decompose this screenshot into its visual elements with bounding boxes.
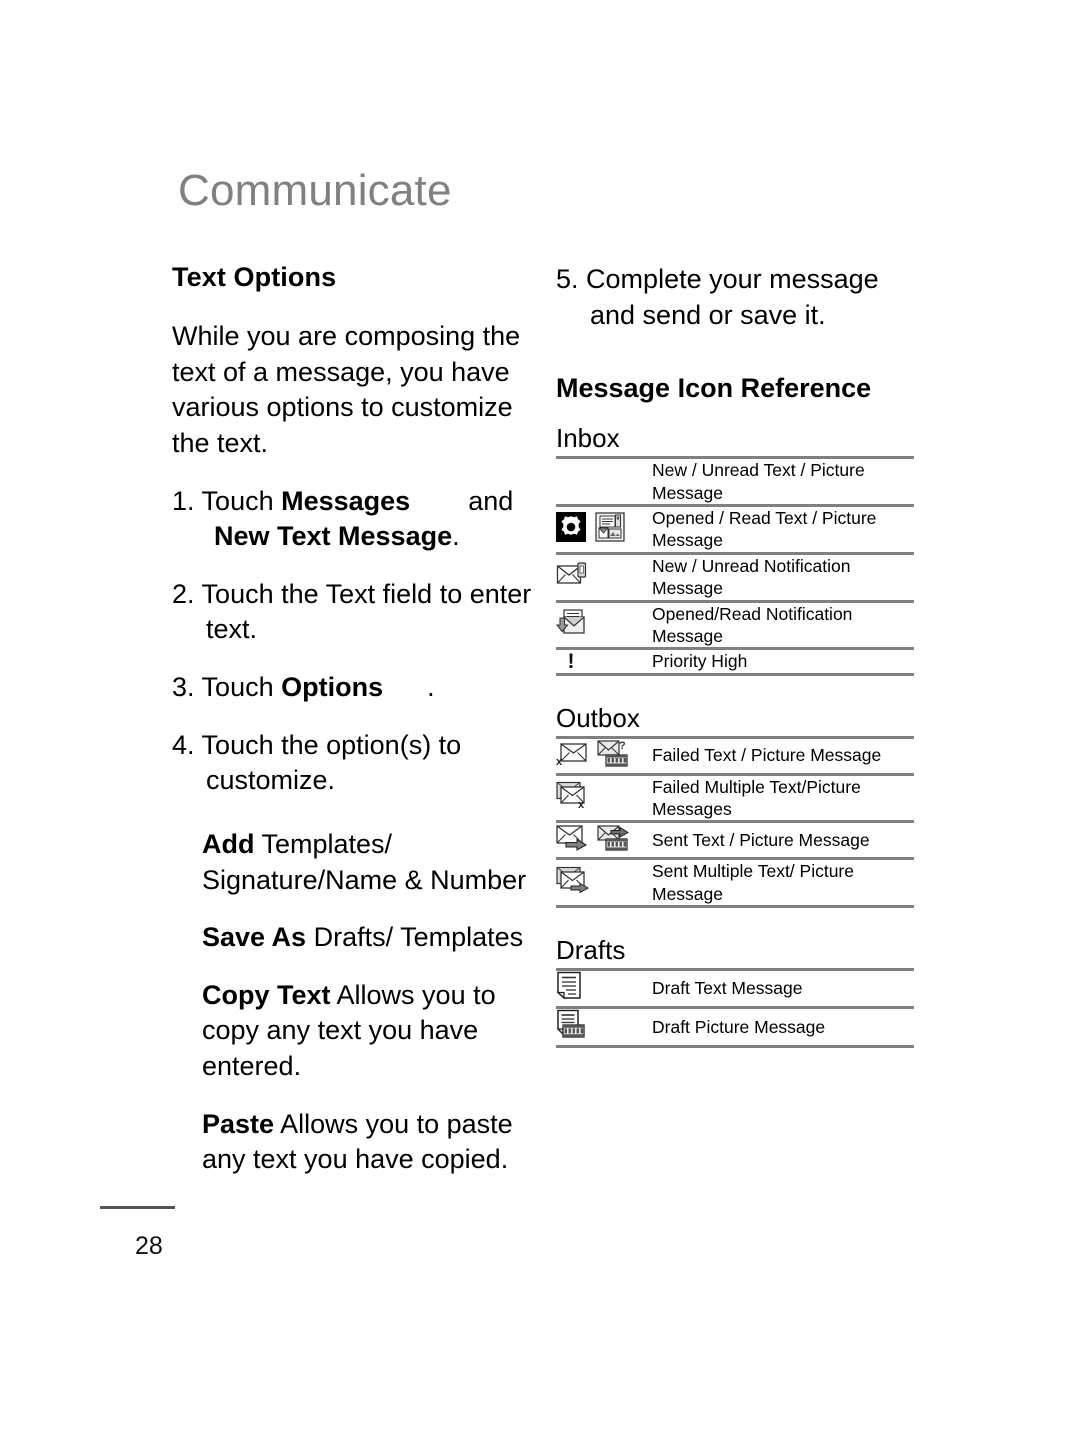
- icon-cell: !: [556, 647, 652, 676]
- icon-cell: [556, 820, 652, 859]
- priority-high-icon: !: [567, 649, 575, 673]
- sent-text-envelope-icon: [556, 824, 588, 856]
- table-row: Draft Picture Message: [556, 1006, 914, 1049]
- table-row: Draft Text Message: [556, 968, 914, 1008]
- draft-text-document-icon: [556, 971, 584, 1006]
- section-heading-text-options: Text Options: [172, 262, 337, 292]
- new-notification-envelope-icon: [556, 561, 588, 593]
- table-row: Opened/Read Notification Message: [555, 599, 914, 649]
- option-item-save-as: Save As Drafts/ Templates: [172, 920, 532, 956]
- icon-label: Draft Picture Message: [652, 1006, 914, 1049]
- icon-label: New / Unread Notification Message: [652, 551, 914, 602]
- icon-cell: [556, 503, 652, 554]
- failed-multiple-envelope-icon: x: [556, 781, 590, 814]
- inbox-icon-table: New / Unread Text / Picture Message Open…: [555, 456, 914, 676]
- group-heading-inbox: Inbox: [556, 423, 620, 454]
- failed-text-envelope-icon: x: [556, 740, 588, 772]
- step-text: Touch the option(s) to customize.: [201, 729, 462, 796]
- icon-label: Draft Text Message: [652, 968, 914, 1008]
- step-text-pre: Touch: [201, 672, 282, 703]
- icon-cell: [556, 968, 652, 1008]
- section-heading-message-icon-reference: Message Icon Reference: [556, 373, 872, 404]
- step-item-2: 2. Touch the Text field to enter text.: [172, 577, 532, 648]
- table-row: ! Priority High: [556, 647, 914, 676]
- page-title: Communicate: [178, 166, 452, 215]
- table-row: Opened / Read Text / Picture Message: [556, 503, 914, 554]
- table-row: New / Unread Text / Picture Message: [556, 456, 914, 506]
- failed-picture-message-icon: ?: [597, 739, 629, 773]
- icon-label: New / Unread Text / Picture Message: [652, 456, 914, 506]
- option-term: Add: [202, 828, 255, 859]
- icon-cell: [556, 456, 652, 506]
- icon-label: Sent Text / Picture Message: [652, 820, 914, 859]
- icon-cell: [556, 1006, 652, 1049]
- svg-text:x: x: [578, 799, 585, 809]
- group-heading-outbox: Outbox: [556, 702, 640, 733]
- page-number: 28: [135, 1232, 163, 1260]
- table-row: x Failed Multiple Text/Picture Messages: [556, 772, 914, 822]
- draft-picture-document-icon: [556, 1009, 586, 1045]
- step-text-post: .: [452, 521, 460, 552]
- step-text-post: .: [427, 672, 435, 703]
- option-term: Paste: [202, 1108, 275, 1139]
- step-bold-new-text-message: New Text Message: [214, 521, 453, 552]
- gear-black-square-icon: [556, 511, 586, 547]
- step-bold-messages: Messages: [281, 485, 411, 516]
- icon-label: Sent Multiple Text/ Picture Message: [652, 857, 914, 909]
- icon-label: Failed Multiple Text/Picture Messages: [652, 772, 914, 822]
- step-number: 5.: [556, 264, 579, 294]
- table-row: New / Unread Notification Message: [556, 551, 914, 602]
- outbox-icon-table: x ? Failed Text / Picture Message x Fail…: [556, 735, 914, 909]
- option-item-paste: Paste Allows you to paste any text you h…: [172, 1107, 532, 1178]
- step-number: 4.: [172, 729, 195, 760]
- step-bold-options: Options: [281, 672, 384, 703]
- step-item-4: 4. Touch the option(s) to customize.: [172, 728, 532, 799]
- icon-label: Opened/Read Notification Message: [652, 599, 914, 649]
- left-column: Text Options While you are composing the…: [172, 262, 532, 1200]
- opened-picture-message-icon: [595, 512, 626, 547]
- opened-notification-envelope-icon: [555, 608, 588, 641]
- step-text-and: and: [468, 485, 514, 516]
- intro-paragraph: While you are composing the text of a me…: [172, 321, 521, 458]
- svg-text:x: x: [556, 756, 563, 767]
- table-row: Sent Multiple Text/ Picture Message: [556, 857, 914, 909]
- sent-multiple-envelope-icon: [556, 866, 590, 899]
- icon-cell: [556, 551, 652, 602]
- drafts-icon-table: Draft Text Message Draft Picture Message: [556, 968, 914, 1049]
- manual-page: Communicate Text Options While you are c…: [0, 0, 1080, 1430]
- step-item-5: 5. Complete your message and send or sav…: [556, 262, 916, 333]
- icon-cell: x ?: [556, 735, 652, 775]
- step-number: 3.: [172, 672, 195, 703]
- step-item-1: 1. Touch Messages and New Text Message.: [172, 484, 532, 555]
- svg-text:?: ?: [619, 740, 626, 752]
- option-term: Save As: [202, 922, 307, 953]
- right-column: 5. Complete your message and send or sav…: [555, 262, 916, 1049]
- option-item-add: Add Templates/ Signature/Name & Number: [172, 827, 532, 898]
- table-row: Sent Text / Picture Message: [556, 820, 914, 859]
- step-text: Touch the Text field to enter text.: [201, 578, 532, 645]
- table-row: x ? Failed Text / Picture Message: [556, 735, 914, 775]
- icon-label: Failed Text / Picture Message: [652, 735, 914, 775]
- sent-picture-message-icon: [597, 823, 630, 857]
- group-heading-drafts: Drafts: [556, 935, 626, 966]
- step-text-pre: Touch: [201, 485, 282, 516]
- icon-cell: [555, 599, 652, 649]
- step-text: Complete your message and send or save i…: [586, 264, 879, 330]
- icon-cell: [556, 857, 652, 909]
- icon-label: Opened / Read Text / Picture Message: [652, 503, 914, 554]
- option-description: Drafts/ Templates: [306, 922, 524, 953]
- icon-label: Priority High: [652, 647, 914, 676]
- step-item-3: 3. Touch Options.: [172, 670, 532, 706]
- step-number: 1.: [172, 485, 195, 516]
- icon-cell: x: [556, 772, 652, 822]
- step-number: 2.: [172, 578, 195, 609]
- option-item-copy-text: Copy Text Allows you to copy any text yo…: [172, 978, 532, 1085]
- footer-divider: [100, 1206, 175, 1209]
- option-term: Copy Text: [202, 979, 331, 1010]
